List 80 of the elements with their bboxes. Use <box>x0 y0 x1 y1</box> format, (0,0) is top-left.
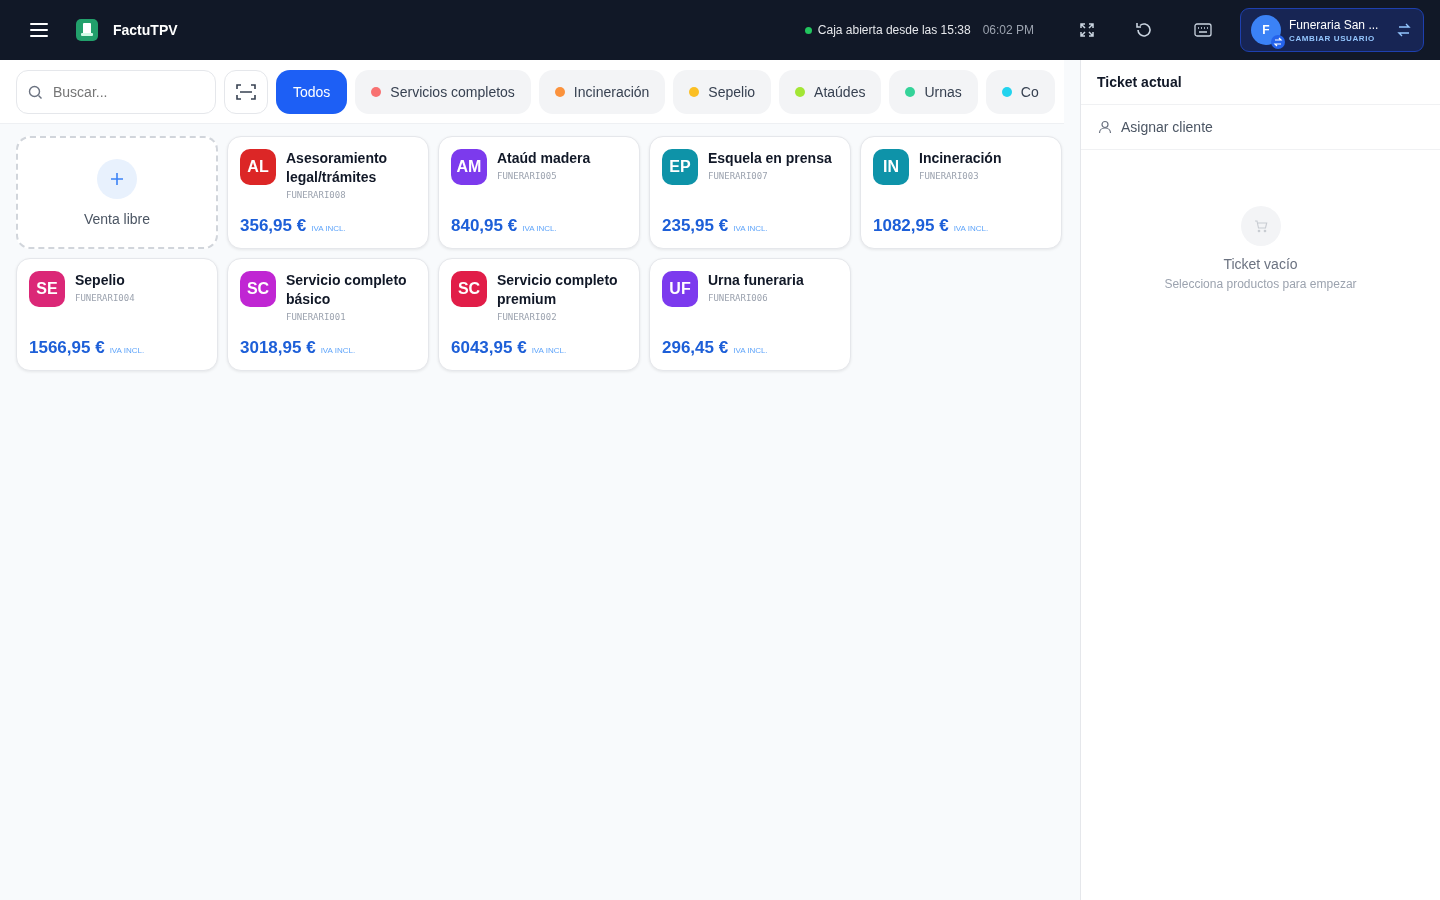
product-card[interactable]: UF Urna funeraria FUNERARI006 296,45 € IVA INCL. <box>649 258 851 371</box>
product-code: FUNERARI006 <box>708 293 769 303</box>
product-price: 840,95 € <box>451 216 518 236</box>
product-price: 296,45 € <box>662 338 729 358</box>
product-avatar: SC <box>240 271 276 307</box>
product-price: 3018,95 € <box>240 338 316 358</box>
plus-icon <box>97 158 137 199</box>
product-avatar: UF <box>662 271 698 307</box>
tax-note: IVA INCL. <box>531 346 567 355</box>
tax-note: IVA INCL. <box>522 224 557 233</box>
product-card[interactable]: IN Incineración FUNERARI003 1082,95 € IVA INCL. <box>860 136 1062 249</box>
user-switch-button[interactable]: F Funeraria San ... CAMBIAR USUARIO <box>1240 8 1424 52</box>
user-name: Funeraria San ... <box>1289 17 1380 32</box>
product-code: FUNERARI002 <box>497 312 558 322</box>
product-code: FUNERARI005 <box>497 171 558 181</box>
category-tab[interactable]: Ataúdes <box>779 69 882 114</box>
product-card[interactable]: EP Esquela en prensa FUNERARI007 235,95 € IVA INCL. <box>649 136 851 249</box>
free-sale-label: Venta libre <box>83 210 151 227</box>
product-avatar: SC <box>451 271 487 307</box>
empty-ticket-title: Ticket vacío <box>1223 256 1298 272</box>
user-action: CAMBIAR USUARIO <box>1289 33 1376 43</box>
swap-icon <box>1397 23 1411 37</box>
product-card[interactable]: AM Ataúd madera FUNERARI005 840,95 € IVA INCL. <box>438 136 640 249</box>
tax-note: IVA INCL. <box>109 346 145 355</box>
product-code: FUNERARI001 <box>286 312 347 322</box>
scan-icon <box>236 83 256 100</box>
category-tab[interactable]: Todos <box>276 69 348 114</box>
person-icon <box>1098 120 1112 134</box>
product-name: Servicio completo básico <box>286 271 408 309</box>
product-name: Incineración <box>919 149 1002 168</box>
category-tab[interactable]: Sepelio <box>673 69 772 114</box>
product-code: FUNERARI003 <box>919 171 980 181</box>
category-tab[interactable]: Incineración <box>538 69 666 114</box>
product-price: 356,95 € <box>240 216 307 236</box>
tax-note: IVA INCL. <box>953 224 989 233</box>
empty-ticket-hint: Selecciona productos para empezar <box>1164 277 1357 291</box>
clock-time: 06:02 PM <box>982 23 1034 37</box>
fullscreen-icon[interactable] <box>1080 23 1094 37</box>
product-name: Asesoramiento legal/trámites <box>286 149 389 187</box>
product-name: Urna funeraria <box>708 271 804 290</box>
product-avatar: AM <box>451 149 487 185</box>
menu-icon[interactable] <box>30 23 48 37</box>
keyboard-icon[interactable] <box>1194 23 1212 37</box>
free-sale-card[interactable]: Venta libre <box>16 136 218 249</box>
product-name: Ataúd madera <box>497 149 591 168</box>
product-price: 235,95 € <box>662 216 729 236</box>
product-avatar: SE <box>29 271 65 307</box>
product-card[interactable]: SC Servicio completo básico FUNERARI001 3018,95 € IVA INCL. <box>227 258 429 371</box>
search-icon <box>28 84 43 100</box>
tax-note: IVA INCL. <box>733 346 768 355</box>
tax-note: IVA INCL. <box>320 346 356 355</box>
cart-icon <box>1240 206 1281 246</box>
scan-button[interactable] <box>224 69 268 114</box>
register-status: Caja abierta desde las 15:38 <box>817 23 971 37</box>
logo-icon <box>76 19 98 41</box>
product-avatar: AL <box>240 149 276 185</box>
product-card[interactable]: AL Asesoramiento legal/trámites FUNERARI008 356,95 € IVA INCL. <box>227 136 429 249</box>
product-price: 1566,95 € <box>29 338 105 358</box>
category-tab[interactable]: Urnas <box>889 69 978 114</box>
search-field[interactable]: Buscar... <box>16 69 216 114</box>
product-price: 1082,95 € <box>873 216 949 236</box>
product-code: FUNERARI007 <box>708 171 769 181</box>
refresh-icon[interactable] <box>1134 20 1154 40</box>
product-code: FUNERARI008 <box>286 190 347 200</box>
product-avatar: IN <box>873 149 909 185</box>
app-name: FactuTPV <box>113 22 178 38</box>
product-name: Sepelio <box>75 271 126 290</box>
product-code: FUNERARI004 <box>75 293 135 303</box>
tax-note: IVA INCL. <box>733 224 768 233</box>
tax-note: IVA INCL. <box>311 224 346 233</box>
product-avatar: EP <box>662 149 698 185</box>
product-card[interactable]: SC Servicio completo premium FUNERARI002 6043,95 € IVA INCL. <box>438 258 640 371</box>
product-name: Servicio completo premium <box>497 271 619 309</box>
product-name: Esquela en prensa <box>708 149 832 168</box>
category-tab[interactable]: Co <box>985 69 1055 114</box>
status-dot-icon <box>804 26 812 34</box>
swap-icon <box>1271 35 1285 49</box>
product-price: 6043,95 € <box>451 338 527 358</box>
product-card[interactable]: SE Sepelio FUNERARI004 1566,95 € IVA INCL. <box>16 258 218 371</box>
category-tab[interactable]: Servicios completos <box>355 69 531 114</box>
